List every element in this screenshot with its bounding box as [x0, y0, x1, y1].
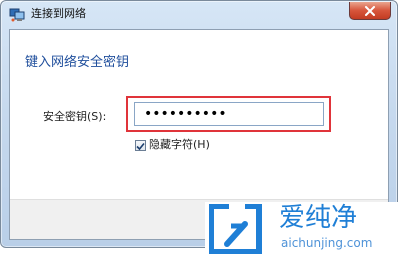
watermark: 爱纯净 aichunjing.com — [205, 202, 406, 256]
hide-characters-label: 隐藏字符(H) — [149, 138, 210, 151]
dialog-heading: 键入网络安全密钥 — [25, 55, 130, 70]
security-key-label: 安全密钥(S): — [43, 110, 107, 123]
hide-characters-checkbox[interactable]: 隐藏字符(H) — [135, 138, 210, 152]
close-button[interactable] — [349, 2, 391, 20]
network-icon — [9, 7, 25, 22]
security-key-input[interactable] — [134, 102, 324, 126]
watermark-brand: 爱纯净 — [279, 203, 358, 233]
titlebar: 连接到网络 — [1, 1, 397, 27]
close-icon — [364, 1, 376, 20]
checkmark-icon — [136, 136, 145, 155]
watermark-url: aichunjing.com — [281, 236, 373, 250]
aichunjing-logo-icon — [208, 203, 275, 255]
window-title: 连接到网络 — [31, 7, 86, 20]
checkbox-box[interactable] — [135, 139, 146, 151]
